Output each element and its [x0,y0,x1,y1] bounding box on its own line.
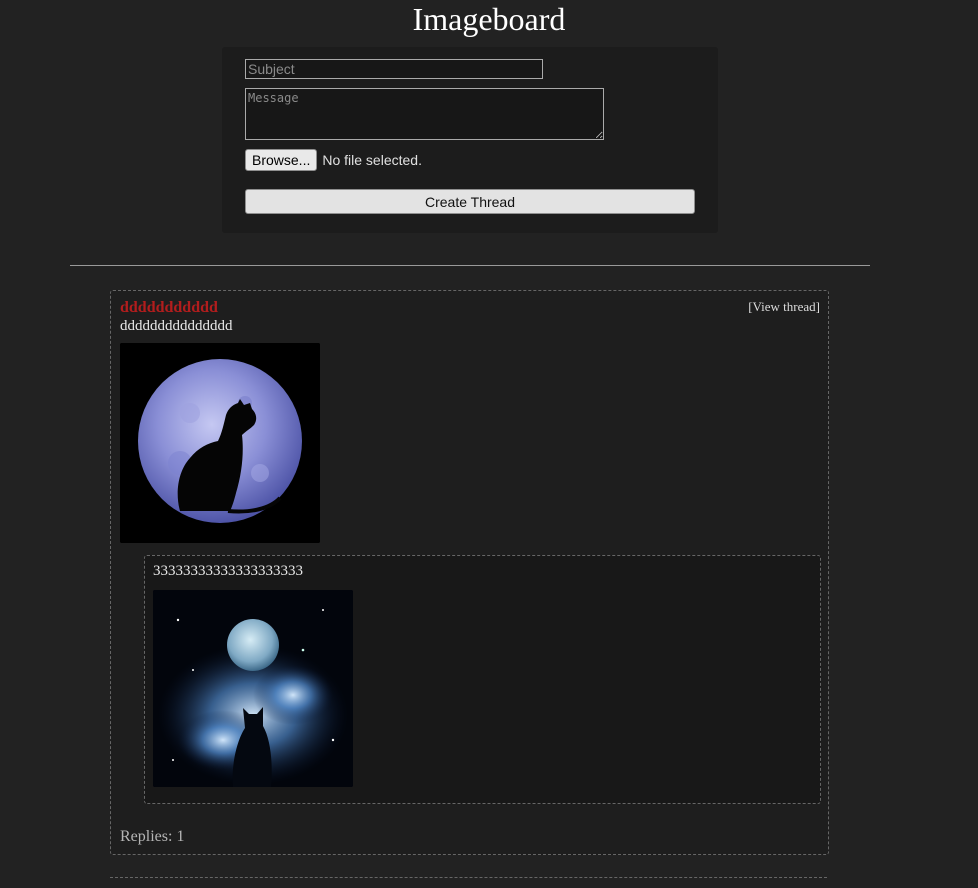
subject-input[interactable] [245,59,543,79]
view-thread-link[interactable]: [View thread] [748,299,820,315]
reply-post: 33333333333333333333 [144,555,821,804]
cat-galaxy-image[interactable] [153,590,353,787]
thread-subject: ddddddddddd [120,299,218,316]
file-picker: Browse... No file selected. [245,149,422,171]
next-thread-edge [110,877,827,888]
cat-moon-image[interactable] [120,343,320,543]
reply-message: 33333333333333333333 [153,563,303,579]
create-thread-button[interactable]: Create Thread [245,189,695,214]
divider [70,265,870,266]
file-status: No file selected. [322,152,422,168]
replies-count: Replies: 1 [120,828,185,845]
browse-button[interactable]: Browse... [245,149,318,171]
thread-message: ddddddddddddddd [120,318,233,334]
page-title: Imageboard [412,1,566,37]
thread: ddddddddddd [View thread] dddddddddddddd… [110,290,829,855]
message-input[interactable] [245,88,604,140]
new-thread-form: Browse... No file selected. Create Threa… [222,47,718,233]
